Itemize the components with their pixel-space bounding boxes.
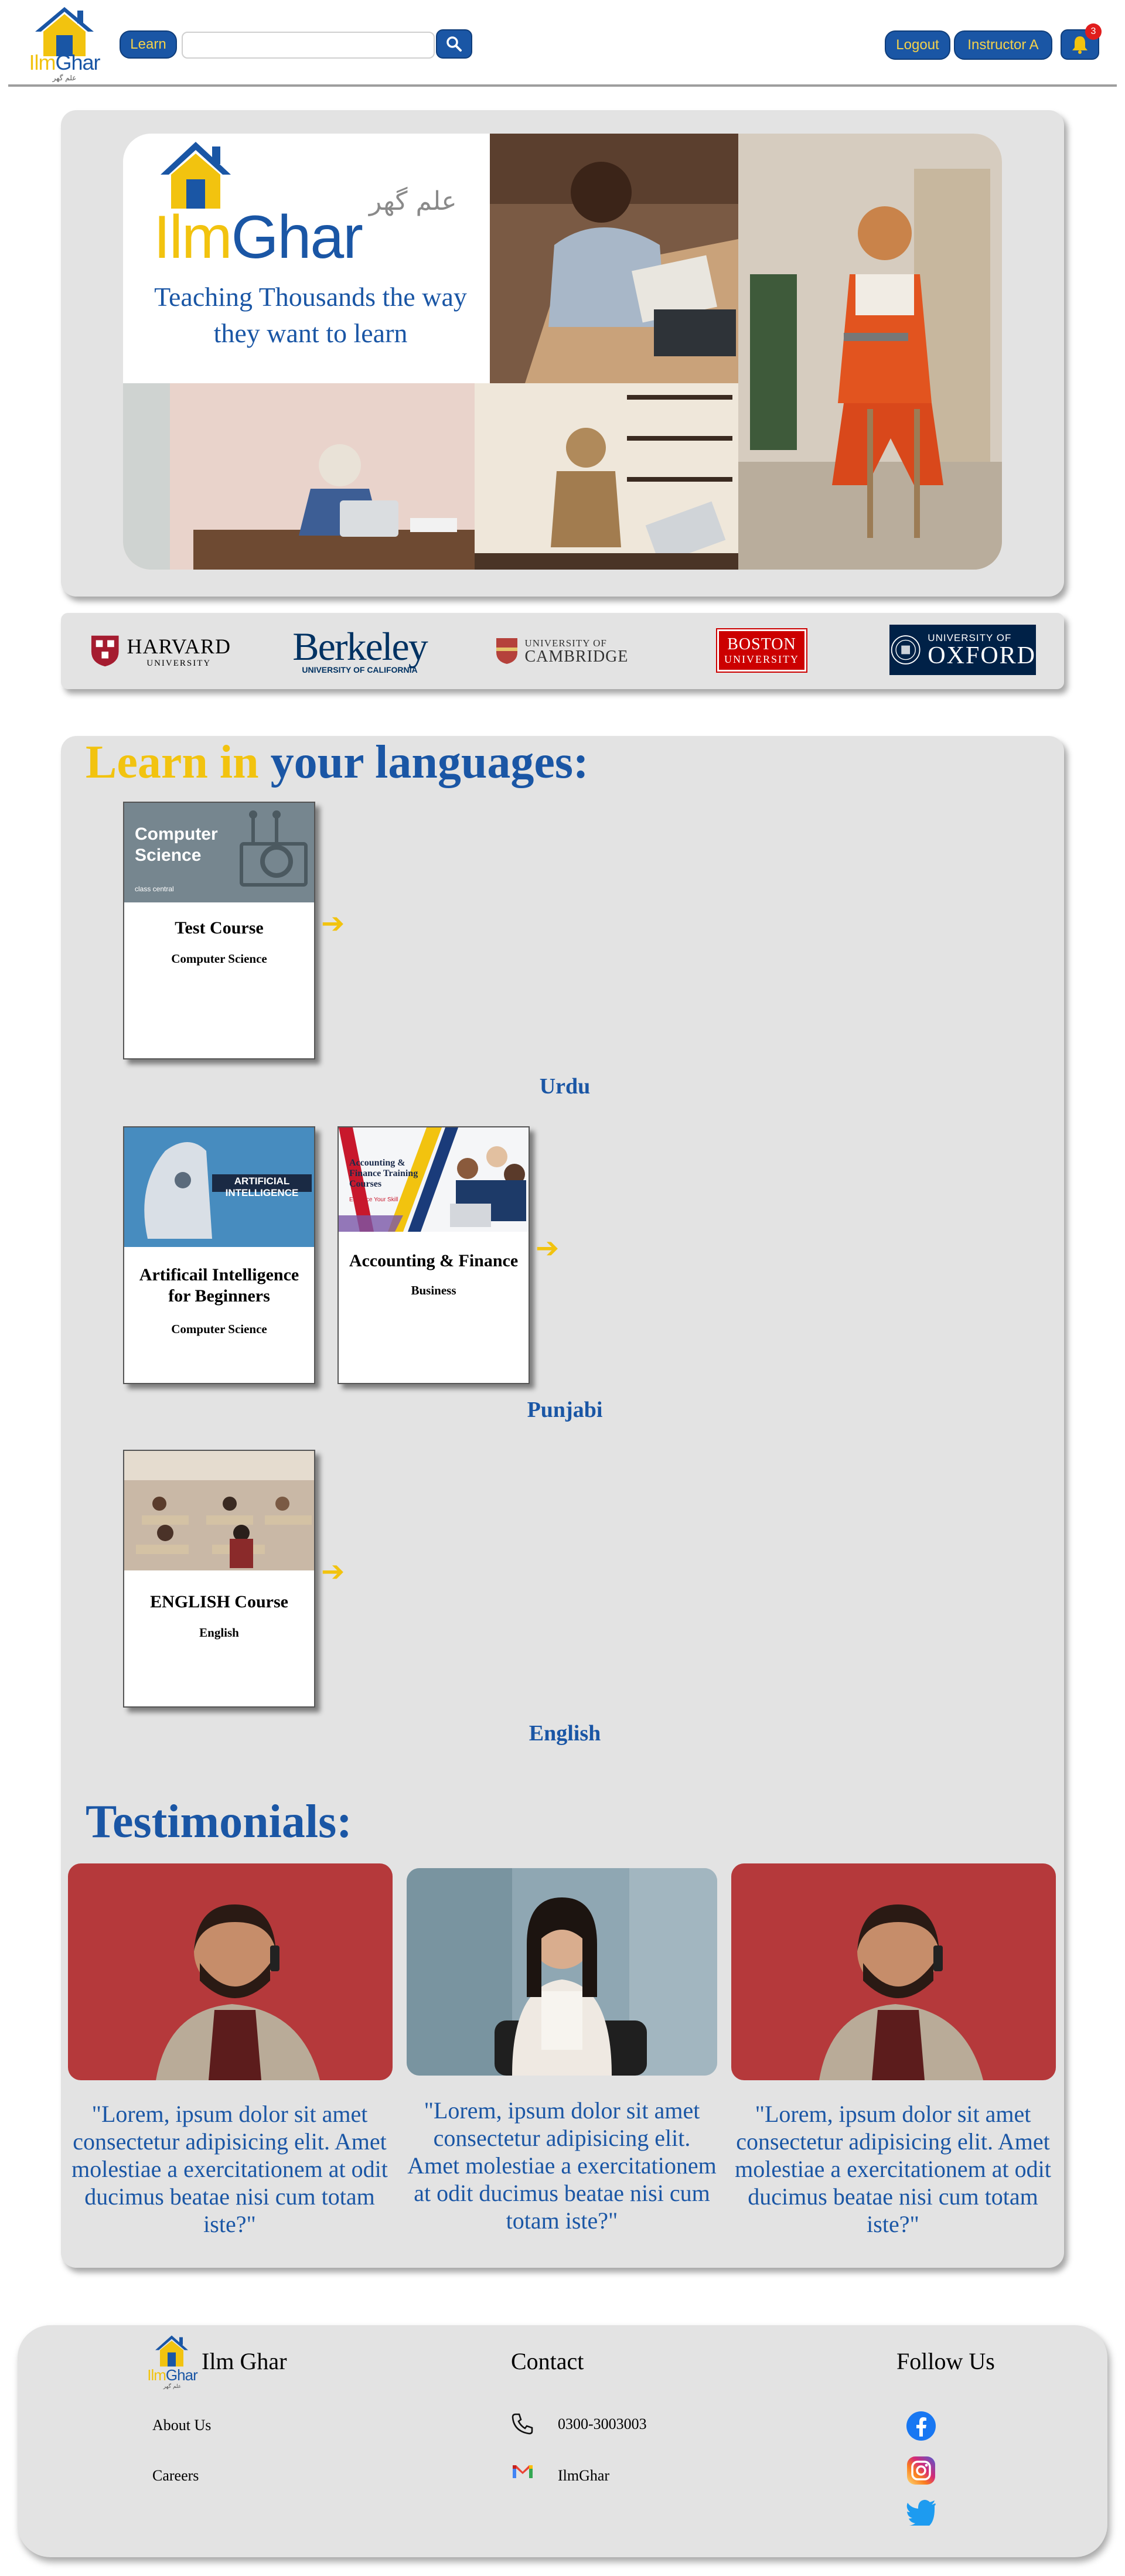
testimonials-heading: Testimonials: [86, 1796, 352, 1848]
course-category: Computer Science [171, 952, 267, 966]
course-title: Test Course [175, 918, 264, 938]
footer-email[interactable]: IlmGhar [558, 2467, 609, 2485]
facebook-icon[interactable] [906, 2411, 936, 2441]
course-category: English [199, 1626, 239, 1640]
partner-universities-strip: HARVARD UNIVERSITY Berkeley UNIVERSITY O… [61, 613, 1064, 689]
top-navbar: IlmGhar علم گھر Learn Logout Instructor … [0, 0, 1125, 88]
gear-icon [240, 810, 308, 887]
oxford-crest-icon [891, 635, 921, 665]
hero-section: IlmGhar علم گھر Teaching Thousands the w… [61, 110, 1064, 597]
courses-and-testimonials-section: Learn in your languages: Computer Scienc… [61, 736, 1064, 2268]
language-label-urdu: Urdu [539, 1074, 591, 1099]
testimonial-photo-2 [407, 1868, 717, 2076]
learn-button[interactable]: Learn [120, 30, 177, 59]
course-title: Artificail Intelligence for Beginners [139, 1265, 299, 1306]
testimonial-quote-3: "Lorem, ipsum dolor sit amet consectetur… [735, 2101, 1051, 2237]
bell-icon [1072, 36, 1088, 54]
footer-logo[interactable]: IlmGhar علم گھر [143, 2335, 202, 2393]
boston-name: BOSTON [727, 635, 796, 653]
boston-sub: UNIVERSITY [724, 653, 799, 665]
cambridge-name: CAMBRIDGE [524, 648, 629, 666]
course-thumbnail: Accounting & Finance Training Courses En… [339, 1127, 529, 1232]
course-thumbnail: Computer Science class central [124, 803, 314, 902]
search-icon [446, 36, 462, 52]
search-button[interactable] [436, 29, 472, 59]
language-label-punjabi: Punjabi [527, 1398, 603, 1422]
hero-photo-girl-tablet [738, 134, 1002, 570]
thumb-title: Computer Science [135, 824, 218, 865]
navbar-divider [8, 84, 1117, 87]
next-arrow-icon[interactable]: ➔ [321, 1555, 345, 1588]
cambridge-shield-icon [496, 638, 518, 664]
footer-follow-heading: Follow Us [896, 2348, 995, 2374]
site-footer: IlmGhar علم گھر Ilm Ghar About Us Career… [18, 2325, 1107, 2557]
next-arrow-icon[interactable]: ➔ [321, 907, 345, 940]
hero-photo-woman-reading [475, 383, 738, 570]
university-logo-cambridge: UNIVERSITY OF CAMBRIDGE [495, 629, 629, 673]
notification-badge: 3 [1085, 23, 1102, 40]
course-thumbnail: ARTIFICIAL INTELLIGENCE [124, 1127, 314, 1247]
harvard-sub: UNIVERSITY [146, 658, 212, 668]
logo-wordmark: IlmGhar [29, 50, 100, 74]
testimonial-quote-2: "Lorem, ipsum dolor sit amet consectetur… [407, 2097, 717, 2234]
language-label-english: English [529, 1721, 601, 1746]
course-category: Computer Science [171, 1322, 267, 1336]
footer-house-logo-icon [155, 2335, 188, 2367]
man-on-phone-photo [731, 1863, 1056, 2080]
footer-logo-wordmark: IlmGhar [147, 2366, 197, 2384]
site-logo[interactable]: IlmGhar علم گھر [23, 6, 105, 82]
harvard-shield-icon [91, 635, 119, 667]
gmail-icon [513, 2465, 533, 2478]
berkeley-name: Berkeley [292, 624, 428, 669]
thumb-title: ARTIFICIAL INTELLIGENCE [225, 1175, 299, 1198]
testimonial-photo-3 [731, 1863, 1056, 2080]
instagram-icon[interactable] [906, 2455, 936, 2486]
hero-tagline: Teaching Thousands the way they want to … [154, 282, 467, 348]
oxford-name: OXFORD [928, 642, 1036, 669]
phone-icon [512, 2413, 533, 2435]
hero-urdu-text: علم گھر [369, 186, 457, 216]
languages-heading: Learn in your languages: [86, 737, 589, 788]
course-card-accounting-finance[interactable]: Accounting & Finance Training Courses En… [338, 1126, 530, 1384]
hero-photo-woman-laptop [123, 383, 475, 570]
footer-contact-heading: Contact [511, 2348, 584, 2374]
logo-urdu-text: علم گھر [52, 74, 77, 82]
course-title: Accounting & Finance [349, 1251, 519, 1270]
footer-logo-urdu: علم گھر [163, 2384, 182, 2390]
hero-photo-student-writing [490, 134, 738, 383]
twitter-icon[interactable] [906, 2500, 936, 2526]
user-menu-button[interactable]: Instructor A [954, 30, 1052, 60]
university-logo-harvard: HARVARD UNIVERSITY [90, 629, 231, 673]
course-thumbnail [124, 1451, 314, 1570]
university-logo-berkeley: Berkeley UNIVERSITY OF CALIFORNIA [289, 625, 430, 677]
testimonial-quote-1: "Lorem, ipsum dolor sit amet consectetur… [71, 2101, 388, 2237]
hero-house-logo-icon [161, 142, 231, 209]
logout-button[interactable]: Logout [885, 30, 950, 60]
thumb-sub: class central [135, 885, 174, 893]
university-logo-boston: BOSTON UNIVERSITY [716, 628, 807, 673]
footer-brand: Ilm Ghar [202, 2348, 287, 2374]
hero-wordmark: IlmGhar [154, 203, 363, 271]
thumb-sub: Enhance Your Skill [349, 1197, 398, 1203]
man-on-phone-photo [68, 1863, 393, 2080]
footer-link-careers[interactable]: Careers [152, 2467, 199, 2485]
next-arrow-icon[interactable]: ➔ [536, 1232, 559, 1265]
course-card-ai-for-beginners[interactable]: ARTIFICIAL INTELLIGENCE Artificail Intel… [123, 1126, 315, 1384]
footer-link-about-us[interactable]: About Us [152, 2417, 211, 2434]
berkeley-sub: UNIVERSITY OF CALIFORNIA [302, 665, 418, 674]
footer-phone[interactable]: 0300-3003003 [558, 2415, 647, 2433]
classroom-photo [124, 1451, 314, 1570]
course-category: Business [411, 1283, 456, 1297]
hero-banner: IlmGhar علم گھر Teaching Thousands the w… [123, 134, 1002, 570]
thumb-title: Accounting & Finance Training Courses [349, 1158, 418, 1189]
course-card-test-course[interactable]: Computer Science class central Test Cour… [123, 802, 315, 1059]
course-card-english-course[interactable]: ENGLISH Course English [123, 1450, 315, 1708]
harvard-name: HARVARD [127, 634, 231, 658]
testimonial-photo-1 [68, 1863, 393, 2080]
woman-seated-photo [407, 1868, 717, 2076]
search-input[interactable] [182, 32, 435, 59]
course-title: ENGLISH Course [150, 1592, 288, 1611]
university-logo-oxford: UNIVERSITY OF OXFORD [889, 625, 1036, 675]
